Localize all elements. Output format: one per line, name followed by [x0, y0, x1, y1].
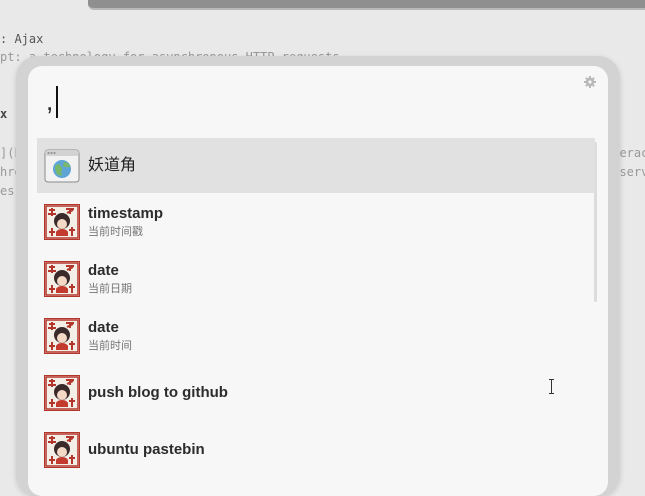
result-item[interactable]: timestamp 当前时间戳: [37, 193, 595, 250]
editor-tab-bar: [88, 0, 645, 10]
text-caret: [56, 86, 58, 118]
result-subtitle: 当前时间戳: [88, 225, 143, 238]
result-title: date: [88, 318, 119, 336]
query-text: ,: [46, 86, 54, 116]
launcher-panel: , 妖道角 timestamp 当前时间戳 date 当前日期 date 当前时…: [28, 66, 608, 496]
seal-avatar-icon: [44, 260, 80, 297]
result-title: 妖道角: [88, 156, 137, 174]
result-item[interactable]: push blog to github: [37, 364, 595, 421]
seal-avatar-icon: [44, 431, 80, 468]
result-title: date: [88, 261, 119, 279]
seal-avatar-icon: [44, 317, 80, 354]
launcher-window: , 妖道角 timestamp 当前时间戳 date 当前日期 date 当前时…: [16, 56, 620, 496]
result-title: ubuntu pastebin: [88, 440, 205, 458]
ibeam-cursor-icon: [548, 379, 556, 394]
query-input[interactable]: ,: [42, 80, 562, 126]
editor-line: : Ajax: [0, 32, 44, 46]
browser-window-icon: [44, 148, 80, 184]
seal-avatar-icon: [44, 203, 80, 240]
result-item[interactable]: date 当前日期: [37, 250, 595, 307]
seal-avatar-icon: [44, 374, 80, 411]
result-title: timestamp: [88, 204, 164, 222]
result-title: push blog to github: [88, 383, 228, 401]
results-list: 妖道角 timestamp 当前时间戳 date 当前日期 date 当前时间 …: [37, 138, 595, 478]
result-item[interactable]: ubuntu pastebin: [37, 421, 595, 478]
result-subtitle: 当前时间: [88, 339, 132, 352]
editor-line: x: [0, 107, 8, 121]
gear-icon[interactable]: [584, 76, 596, 88]
result-item[interactable]: date 当前时间: [37, 307, 595, 364]
result-subtitle: 当前日期: [88, 282, 132, 295]
result-item-selected[interactable]: 妖道角: [37, 138, 595, 193]
